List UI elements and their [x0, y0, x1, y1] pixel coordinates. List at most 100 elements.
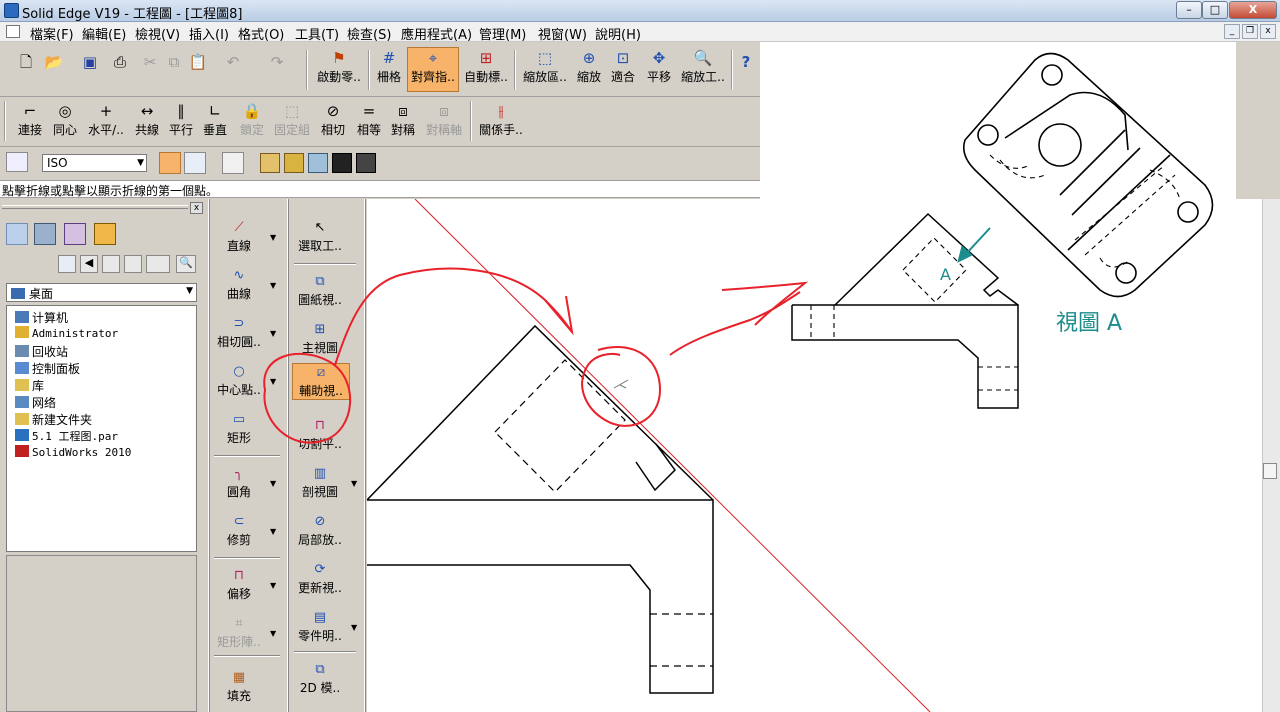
views-dropdown-button[interactable] [146, 255, 170, 273]
help-tab[interactable] [94, 223, 116, 245]
chevron-down-icon[interactable]: ▼ [270, 629, 276, 638]
menu-format[interactable]: 格式(O) [238, 24, 284, 43]
shading-2-button[interactable] [284, 153, 304, 173]
list-item[interactable]: 计算机 [15, 309, 68, 326]
cutting-plane-tool[interactable]: ⊓ 切割平.. [291, 417, 349, 452]
shading-3-button[interactable] [308, 153, 328, 173]
chevron-down-icon[interactable]: ▼ [270, 527, 276, 536]
groups-tab[interactable] [64, 223, 86, 245]
auxiliary-view-tool[interactable]: ⧄ 輔助視.. [292, 363, 350, 400]
rect-pattern-tool[interactable]: ⌗ 矩形陣.. [210, 615, 268, 650]
symmetry-axis-button[interactable]: ⧈ 對稱軸 [424, 101, 464, 138]
chevron-down-icon[interactable]: ▼ [351, 623, 357, 632]
document-icon[interactable] [6, 25, 20, 38]
paste-button[interactable]: 📋 [188, 52, 208, 72]
new-file-button[interactable]: 🗋 [14, 52, 38, 72]
save-button[interactable]: ▣ [80, 52, 100, 72]
pan-button[interactable]: ✥ 平移 [644, 48, 674, 85]
list-item[interactable]: Administrator [15, 326, 118, 340]
list-item[interactable]: SolidWorks 2010 [15, 445, 131, 459]
rectangle-tool[interactable]: ▭ 矩形 [210, 411, 268, 446]
open-file-button[interactable]: 📂 [44, 52, 64, 72]
print-button[interactable]: ⎙ [110, 52, 130, 72]
menu-manage[interactable]: 管理(M) [479, 24, 526, 43]
chevron-down-icon[interactable]: ▼ [270, 329, 276, 338]
equal-button[interactable]: = 相等 [354, 101, 384, 138]
menu-file[interactable]: 檔案(F) [30, 24, 74, 43]
list-item[interactable]: 5.1 工程图.par [15, 428, 118, 444]
zoom-button[interactable]: ⊕ 縮放 [574, 48, 604, 85]
menu-tools[interactable]: 工具(T) [295, 24, 339, 43]
select-tool[interactable]: ↖ 選取工.. [291, 219, 349, 254]
mdi-close-button[interactable]: x [1260, 24, 1276, 39]
chevron-down-icon[interactable]: ▼ [270, 377, 276, 386]
center-point-tool[interactable]: ○ 中心點.. [210, 363, 268, 398]
drawing-view-tool[interactable]: ⧉ 圖紙視.. [291, 273, 349, 308]
hatch-style-button[interactable] [159, 152, 181, 174]
menu-inspect[interactable]: 檢查(S) [347, 24, 391, 43]
menu-applications[interactable]: 應用程式(A) [401, 24, 472, 43]
search-button[interactable]: 🔍 [176, 255, 196, 273]
auto-dimension-button[interactable]: ⊞ 自動標.. [463, 48, 509, 85]
tangent-button[interactable]: ⊘ 相切 [318, 101, 348, 138]
mdi-minimize-button[interactable]: _ [1224, 24, 1240, 39]
up-folder-button[interactable] [102, 255, 120, 273]
chevron-down-icon[interactable]: ▼ [270, 281, 276, 290]
list-item[interactable]: 新建文件夹 [15, 411, 92, 428]
concentric-button[interactable]: ◎ 同心 [50, 101, 80, 138]
principal-view-tool[interactable]: ⊞ 主視圖 [291, 321, 349, 356]
grid-button[interactable]: # 柵格 [373, 48, 405, 85]
location-select[interactable]: 桌面 ▼ [6, 283, 197, 302]
fix-group-button[interactable]: ⬚ 固定組 [272, 101, 312, 138]
minimize-button[interactable]: – [1176, 1, 1202, 19]
activate-part-button[interactable]: ⚑ 啟動零.. [314, 48, 364, 85]
copy-button[interactable]: ⧉ [164, 52, 184, 72]
menu-insert[interactable]: 插入(I) [189, 24, 229, 43]
fit-button[interactable]: ⊡ 適合 [608, 48, 638, 85]
menu-window[interactable]: 視窗(W) [538, 24, 587, 43]
offset-tool[interactable]: ⊓ 偏移 [210, 567, 268, 602]
context-help-button[interactable]: ? [736, 52, 756, 72]
menu-view[interactable]: 檢視(V) [135, 24, 180, 43]
scrollbar-thumb[interactable] [1263, 463, 1277, 479]
perpendicular-button[interactable]: ∟ 垂直 [200, 101, 230, 138]
fill-tool[interactable]: ▦ 填充 [210, 669, 268, 704]
tree-style-button[interactable] [222, 152, 244, 174]
symmetric-button[interactable]: ⧈ 對稱 [388, 101, 418, 138]
library-tab[interactable] [34, 223, 56, 245]
update-views-tool[interactable]: ⟳ 更新視.. [291, 561, 349, 596]
zoom-tool-button[interactable]: 🔍 縮放工.. [679, 48, 727, 85]
chevron-down-icon[interactable]: ▼ [270, 581, 276, 590]
maximize-button[interactable]: □ [1202, 1, 1228, 19]
line-tool[interactable]: ⟋ 直線 [210, 219, 268, 254]
shading-5-button[interactable] [356, 153, 376, 173]
layer-icon[interactable] [6, 152, 28, 172]
list-item[interactable]: 库 [15, 377, 44, 394]
new-folder-button[interactable] [124, 255, 142, 273]
chevron-down-icon[interactable]: ▼ [270, 233, 276, 242]
redo-button[interactable]: ↷ [262, 52, 292, 72]
list-item[interactable]: 回收站 [15, 343, 68, 360]
layers-tab[interactable] [6, 223, 28, 245]
standard-select[interactable]: ISO ▼ [42, 154, 147, 172]
vertical-scrollbar[interactable] [1262, 199, 1280, 712]
horizontal-vertical-button[interactable]: + 水平/.. [84, 101, 128, 138]
trim-tool[interactable]: ⊂ 修剪 [210, 513, 268, 548]
lock-button[interactable]: 🔒 鎖定 [236, 101, 268, 138]
alignment-indicator-button[interactable]: ⌖ 對齊指.. [407, 47, 459, 92]
close-button[interactable]: X [1229, 1, 1277, 19]
section-view-tool[interactable]: ▥ 剖視圖 [291, 465, 349, 500]
menu-help[interactable]: 說明(H) [595, 24, 641, 43]
fillet-tool[interactable]: ╮ 圓角 [210, 465, 268, 500]
drawing-canvas[interactable] [367, 199, 1280, 712]
undo-button[interactable]: ↶ [218, 52, 248, 72]
relationship-assistant-button[interactable]: ⫲ 關係手.. [476, 101, 526, 138]
list-item[interactable]: 网络 [15, 394, 56, 411]
menu-edit[interactable]: 編輯(E) [82, 24, 126, 43]
cut-button[interactable]: ✂ [140, 52, 160, 72]
curve-tool[interactable]: ∿ 曲線 [210, 267, 268, 302]
zoom-area-button[interactable]: ⬚ 縮放區.. [521, 48, 569, 85]
chevron-down-icon[interactable]: ▼ [270, 479, 276, 488]
cross-style-button[interactable] [184, 152, 206, 174]
panel-close-button[interactable]: x [190, 202, 203, 214]
